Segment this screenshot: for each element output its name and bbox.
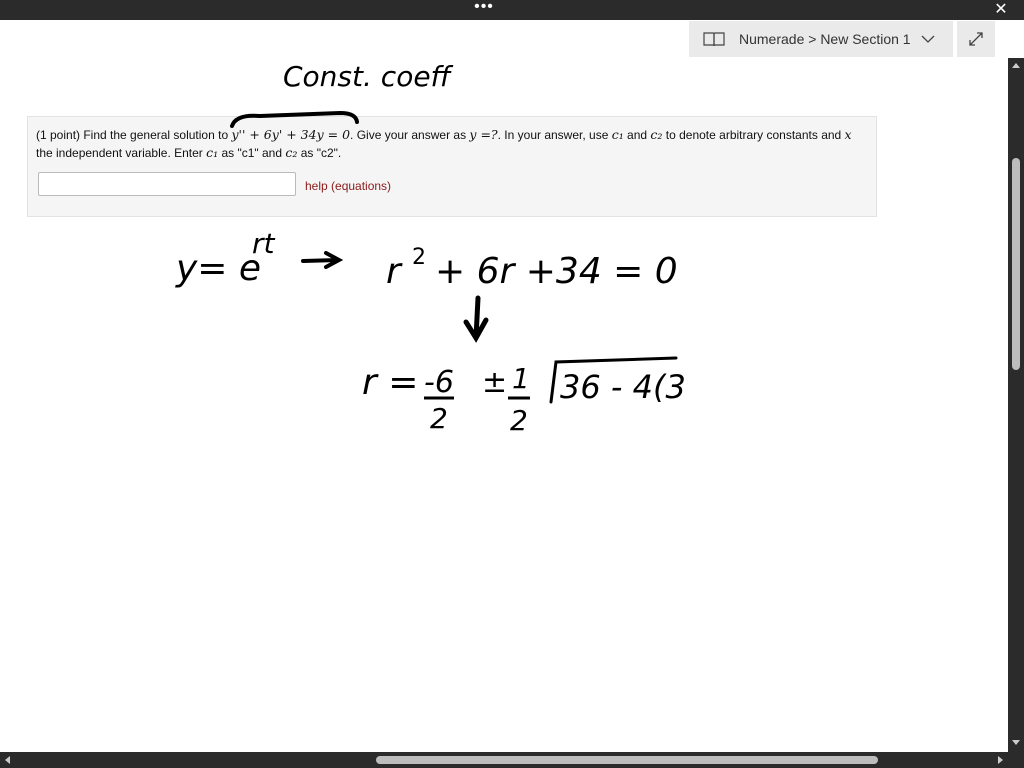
answer-input[interactable] <box>38 172 296 196</box>
differential-equation: y'' + 6y' + 34y = 0 <box>231 127 351 142</box>
ink-frac2-numerator: 1 <box>512 362 530 395</box>
answer-form: y =? <box>469 127 498 142</box>
scroll-down-arrow-icon[interactable] <box>1010 736 1022 748</box>
help-equations-link[interactable]: help (equations) <box>305 179 391 193</box>
problem-text: and <box>623 128 651 142</box>
notebook-section-selector[interactable]: Numerade > New Section 1 <box>689 21 953 57</box>
ink-guess-y-equals-e: y= e <box>175 248 261 289</box>
close-button[interactable]: ✕ <box>992 1 1010 19</box>
problem-text: as "c2". <box>297 146 342 160</box>
problem-text: to denote arbitrary constants and <box>662 128 845 142</box>
horizontal-scrollbar[interactable] <box>0 752 1024 768</box>
title-bar: ••• ✕ <box>0 0 1024 20</box>
constant-c1: c₁ <box>206 145 219 160</box>
problem-text: . Give your answer as <box>350 128 470 142</box>
ink-square-root-sign <box>549 356 678 404</box>
constant-c1: c₁ <box>611 127 624 142</box>
ink-guess-exponent: rt <box>252 227 276 260</box>
expand-icon <box>969 32 983 46</box>
problem-text: (1 point) Find the general solution to <box>36 128 232 142</box>
chevron-down-icon <box>921 35 935 43</box>
ink-radicand: 36 - 4(3 <box>560 368 686 406</box>
ink-char-eq-rest: + 6r +34 = 0 <box>435 251 678 292</box>
horizontal-scroll-thumb[interactable] <box>376 756 878 764</box>
problem-text: as "c1" and <box>218 146 286 160</box>
ink-char-eq-square: 2 <box>412 245 426 270</box>
vertical-scrollbar[interactable] <box>1008 58 1024 752</box>
problem-statement-line-1: (1 point) Find the general solution to y… <box>36 127 870 142</box>
ink-down-arrow <box>463 295 489 343</box>
ink-frac2-denominator: 2 <box>510 404 528 437</box>
ink-note-const-coeff: Const. coeff <box>283 60 454 93</box>
ink-right-arrow <box>301 251 344 269</box>
ink-plus-minus: ± <box>482 365 507 400</box>
scroll-right-arrow-icon[interactable] <box>994 754 1006 766</box>
expand-button[interactable] <box>957 21 995 57</box>
section-breadcrumb: Numerade > New Section 1 <box>739 31 911 47</box>
problem-text: . In your answer, use <box>497 128 612 142</box>
ink-frac1-denominator: 2 <box>430 402 448 435</box>
scroll-up-arrow-icon[interactable] <box>1010 60 1022 72</box>
vertical-scroll-thumb[interactable] <box>1012 158 1020 370</box>
scroll-left-arrow-icon[interactable] <box>2 754 14 766</box>
ink-r-equals: r = <box>362 362 418 403</box>
independent-variable: x <box>844 127 852 142</box>
problem-text: the independent variable. Enter <box>36 146 207 160</box>
more-options-button[interactable]: ••• <box>474 0 494 20</box>
ink-frac1-numerator: -6 <box>424 365 454 400</box>
book-icon <box>703 32 725 47</box>
constant-c2: c₂ <box>285 145 298 160</box>
constant-c2: c₂ <box>650 127 663 142</box>
problem-statement-line-2: the independent variable. Enter c₁ as "c… <box>36 145 341 160</box>
problem-card: (1 point) Find the general solution to y… <box>27 116 877 217</box>
ink-annotations: Const. coeff y= e rt r 2 + 6r +34 = 0 r … <box>175 60 686 437</box>
ink-char-eq-r: r <box>386 251 403 292</box>
